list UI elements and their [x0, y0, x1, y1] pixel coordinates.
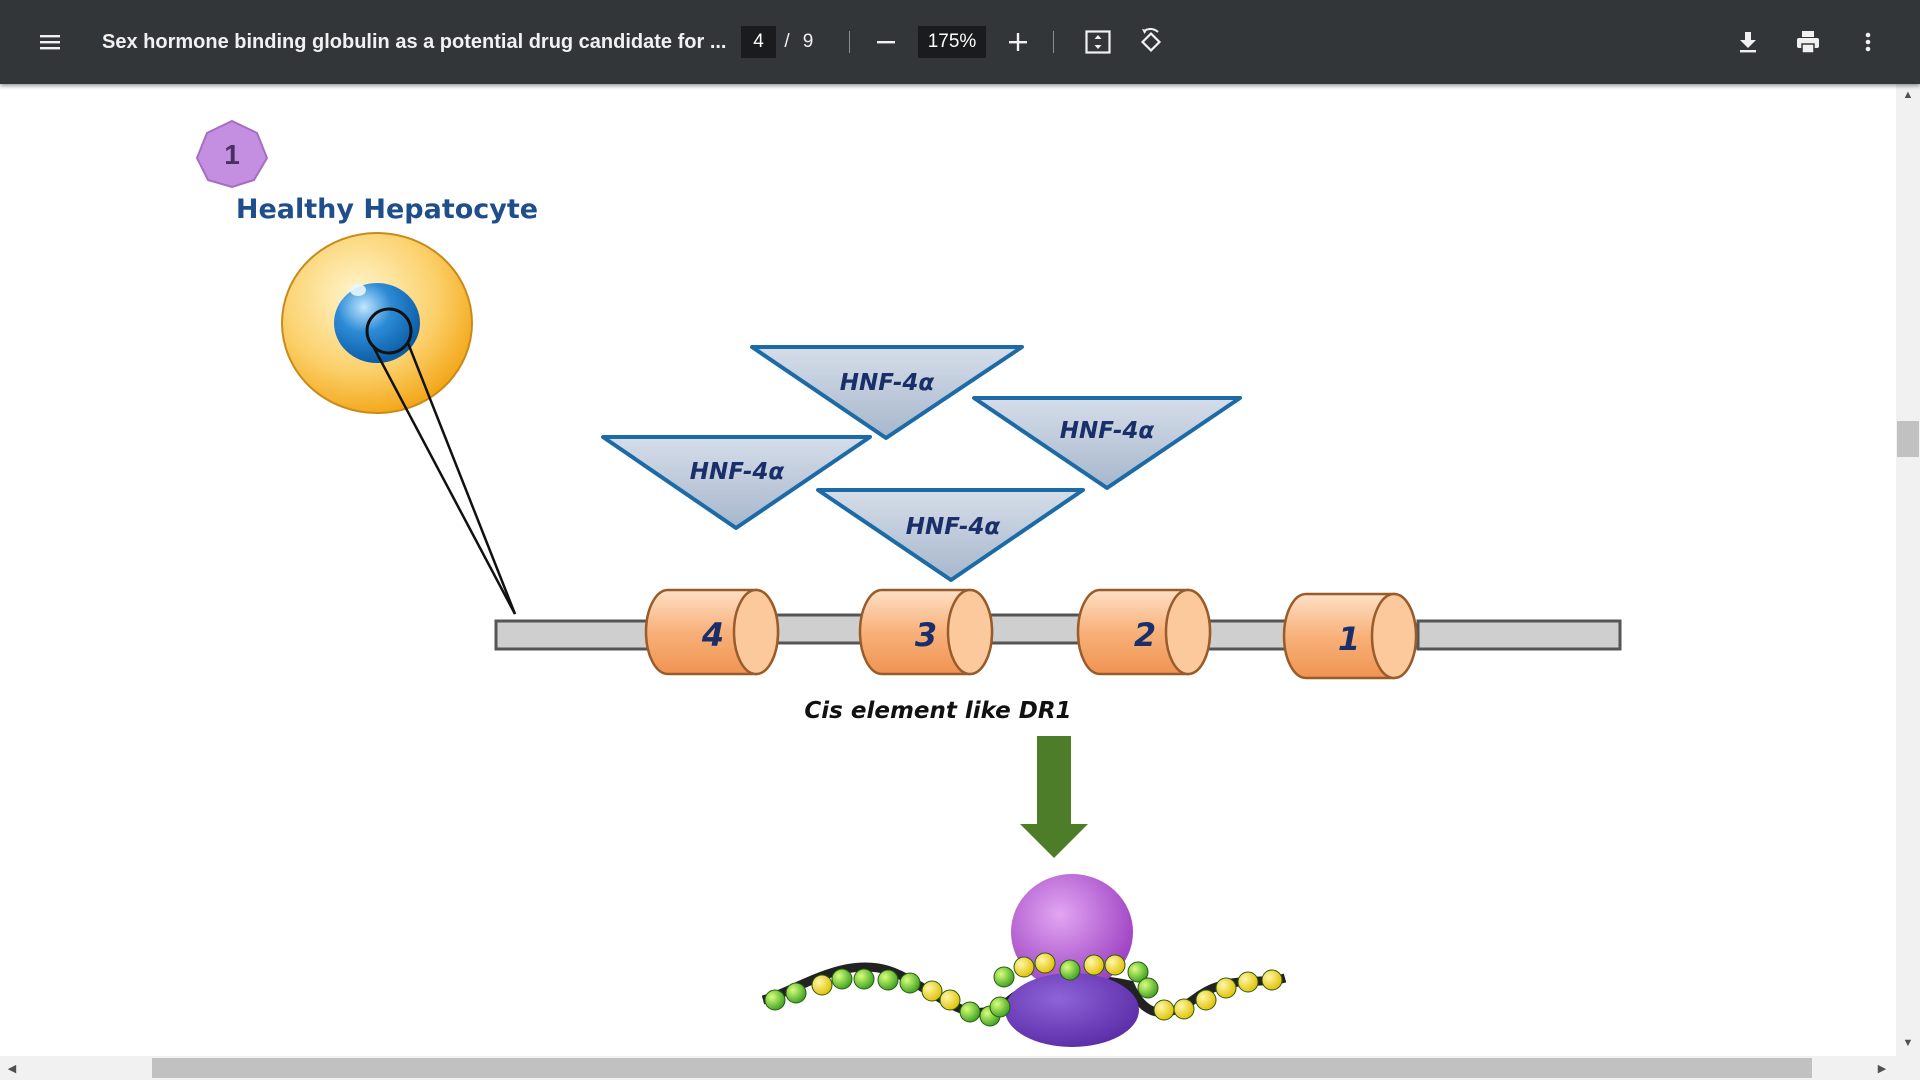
hnf4a-label: HNF-4α — [840, 370, 935, 396]
more-vert-icon[interactable] — [1848, 22, 1888, 62]
step-badge-number: 1 — [224, 139, 240, 170]
amino-acid-bead — [993, 966, 1015, 988]
print-icon[interactable] — [1788, 22, 1828, 62]
zoom-out-icon[interactable] — [866, 22, 906, 62]
amino-acid-bead — [831, 968, 853, 990]
hnf4a-triangle: HNF-4α — [972, 396, 1242, 490]
hnf4a-triangle: HNF-4α — [816, 488, 1085, 582]
cis-element-3: 3 — [858, 588, 994, 676]
cis-element-number: 3 — [915, 616, 937, 654]
amino-acid-bead — [764, 989, 786, 1011]
amino-acid-bead — [989, 996, 1011, 1018]
page-total: 9 — [802, 31, 814, 52]
hnf4a-triangle: HNF-4α — [750, 345, 1024, 440]
page-number-input[interactable]: 4 — [741, 26, 776, 58]
amino-acid-bead — [853, 968, 875, 990]
cis-element-1: 1 — [1282, 592, 1418, 680]
amino-acid-bead — [877, 969, 899, 991]
zoom-line — [406, 342, 517, 615]
amino-acid-bead — [1137, 977, 1159, 999]
cis-element-4: 4 — [644, 588, 780, 676]
cis-element-number: 1 — [1338, 620, 1360, 658]
amino-acid-bead — [1013, 956, 1035, 978]
hnf4a-triangle: HNF-4α — [601, 435, 872, 530]
amino-acid-bead — [1083, 954, 1105, 976]
amino-acid-bead — [1104, 954, 1126, 976]
hamburger-menu-icon[interactable] — [30, 22, 70, 62]
vertical-scrollbar[interactable] — [1896, 84, 1920, 1056]
document-title: Sex hormone binding globulin as a potent… — [102, 30, 727, 53]
figure-illustration: 1 Healthy Hepatocyte 4 3 2 1 HNF-4α HNF-… — [195, 119, 1622, 1047]
hnf4a-label: HNF-4α — [690, 459, 785, 485]
amino-acid-bead — [899, 972, 921, 994]
rotate-icon[interactable] — [1131, 22, 1171, 62]
ribosome-small-subunit — [1005, 973, 1139, 1047]
amino-acid-bead — [1173, 998, 1195, 1020]
cis-element-label: Cis element like DR1 — [804, 698, 1071, 724]
pdf-toolbar: Sex hormone binding globulin as a potent… — [0, 0, 1920, 84]
cis-element-2: 2 — [1076, 588, 1212, 676]
hnf4a-label: HNF-4α — [906, 514, 1001, 540]
cell-label: Healthy Hepatocyte — [236, 194, 538, 225]
pdf-page-viewport[interactable]: 1 Healthy Hepatocyte 4 3 2 1 HNF-4α HNF-… — [0, 84, 1896, 1056]
amino-acid-bead — [1034, 952, 1056, 974]
scroll-right-arrow[interactable]: ▶ — [1872, 1058, 1892, 1078]
amino-acid-bead — [811, 974, 833, 996]
zoom-level-input[interactable]: 175% — [918, 26, 986, 58]
vertical-scroll-thumb[interactable] — [1897, 421, 1919, 457]
scroll-down-arrow[interactable]: ▼ — [1898, 1034, 1918, 1052]
horizontal-scroll-thumb[interactable] — [152, 1058, 1812, 1078]
download-icon[interactable] — [1728, 22, 1768, 62]
toolbar-divider — [1053, 31, 1054, 53]
amino-acid-bead — [785, 982, 807, 1004]
amino-acid-bead — [921, 980, 943, 1002]
amino-acid-bead — [1153, 999, 1175, 1021]
scroll-left-arrow[interactable]: ◀ — [2, 1058, 22, 1078]
hnf4a-label: HNF-4α — [1060, 418, 1155, 444]
amino-acid-bead — [959, 1001, 981, 1023]
step-badge: 1 — [195, 119, 269, 189]
amino-acid-bead — [1195, 989, 1217, 1011]
down-arrow — [1020, 736, 1088, 858]
page-separator: / — [784, 31, 790, 52]
amino-acid-bead — [1237, 971, 1259, 993]
toolbar-divider — [849, 31, 850, 53]
amino-acid-bead — [1261, 969, 1283, 991]
zoom-in-icon[interactable] — [998, 22, 1038, 62]
amino-acid-bead — [939, 989, 961, 1011]
scroll-up-arrow[interactable]: ▲ — [1898, 86, 1918, 104]
amino-acid-bead — [1215, 977, 1237, 999]
amino-acid-bead — [1059, 959, 1081, 981]
fit-to-page-icon[interactable] — [1078, 22, 1118, 62]
cis-element-number: 4 — [701, 616, 724, 654]
cis-element-number: 2 — [1134, 616, 1156, 654]
